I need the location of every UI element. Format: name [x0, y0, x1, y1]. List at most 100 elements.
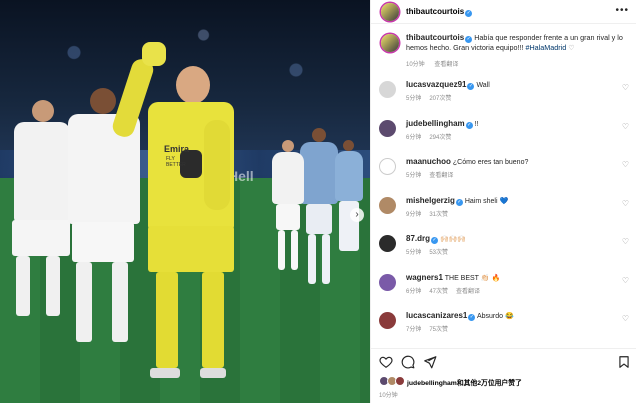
caption-text-block: thibautcourtois ✓ Había que responder fre… [406, 33, 628, 53]
comment-row: 87.drg ✓ 🙌🏻🙌🏻🙌🏻 5分钟 53次赞 ♡ [371, 232, 636, 272]
like-heart-icon[interactable] [379, 355, 393, 369]
comment-icon[interactable] [401, 355, 415, 369]
comment-likes[interactable]: 53次赞 [429, 250, 448, 256]
see-translation-link[interactable]: 查看翻译 [429, 173, 453, 179]
verified-badge-icon: ✓ [467, 83, 475, 90]
sponsor-sub: FLY BETTER [166, 156, 186, 168]
commenter-avatar[interactable] [379, 158, 396, 175]
author-name-wrap: thibautcourtois ✓ [406, 7, 473, 17]
glove [142, 42, 166, 66]
caption-avatar[interactable] [381, 34, 399, 52]
post-header: thibautcourtois ✓ ••• [371, 0, 636, 24]
comment-time: 5分钟 [406, 250, 422, 256]
comment-meta: 7分钟 75次赞 [406, 324, 456, 333]
see-translation-link[interactable]: 查看翻译 [456, 289, 480, 295]
comment-text: Haim sheli 💙 [464, 197, 509, 205]
comment-time: 5分钟 [406, 173, 422, 179]
comment-like-heart-icon[interactable]: ♡ [622, 160, 629, 169]
liker-avatar [395, 376, 405, 386]
next-photo-button[interactable]: › [350, 208, 364, 222]
comment-meta: 6分钟 294次赞 [406, 132, 459, 141]
commenter-username[interactable]: maanuchoo [406, 157, 451, 166]
comment-like-heart-icon[interactable]: ♡ [622, 199, 629, 208]
commenter-username[interactable]: lucascanizares1 [406, 311, 467, 320]
commenter-username[interactable]: 87.drg [406, 234, 430, 243]
comment-time: 7分钟 [406, 327, 422, 333]
author-avatar[interactable] [381, 3, 399, 21]
comment-like-heart-icon[interactable]: ♡ [622, 83, 629, 92]
comment-body: judebellingham ✓ !! [406, 119, 616, 129]
comment-row: lucasvazquez91 ✓ Wall 5分钟 207次赞 ♡ [371, 78, 636, 118]
verified-badge-icon: ✓ [468, 314, 476, 321]
comment-likes[interactable]: 294次赞 [429, 135, 451, 141]
caption-time: 10分钟 [406, 62, 425, 68]
comment-meta: 5分钟 53次赞 [406, 247, 456, 256]
commenter-avatar[interactable] [379, 81, 396, 98]
share-icon[interactable] [423, 355, 437, 369]
liked-by-row: judebellingham和其他2万位用户赞了 [379, 376, 629, 388]
commenter-avatar[interactable] [379, 312, 396, 329]
liked-by-user[interactable]: judebellingham [407, 380, 457, 387]
post-photo[interactable]: Hell Emira FLY BETTER › [0, 0, 370, 403]
comment-text: THE BEST 👏🏻 🔥 [444, 274, 501, 282]
verified-badge-icon: ✓ [465, 10, 473, 17]
verified-badge-icon: ✓ [455, 198, 463, 206]
save-bookmark-icon[interactable] [617, 355, 631, 369]
instagram-post-view: Hell Emira FLY BETTER › thibautcourtois … [0, 0, 636, 403]
comment-like-heart-icon[interactable]: ♡ [622, 237, 629, 246]
commenter-username[interactable]: judebellingham [406, 119, 465, 128]
commenter-username[interactable]: lucasvazquez91 [406, 80, 466, 89]
caption-meta: 10分钟 查看翻译 [406, 59, 466, 68]
comment-time: 5分钟 [406, 96, 422, 102]
commenter-username[interactable]: wagners1 [406, 273, 443, 282]
hashtag-link[interactable]: #HalaMadrid [525, 43, 566, 52]
comment-row: judebellingham ✓ !! 6分钟 294次赞 ♡ [371, 117, 636, 157]
comment-likes[interactable]: 47次赞 [429, 289, 448, 295]
comment-time: 6分钟 [406, 134, 422, 141]
comment-body: 87.drg ✓ 🙌🏻🙌🏻🙌🏻 [406, 234, 616, 244]
see-translation-link[interactable]: 查看翻译 [434, 62, 458, 68]
comment-row: lucascanizares1 ✓ Absurdo 😂 7分钟 75次赞 ♡ [371, 309, 636, 349]
post-side-panel: thibautcourtois ✓ ••• thibautcourtois ✓ Ha… [370, 0, 636, 403]
right-arm [204, 120, 230, 210]
comment-like-heart-icon[interactable]: ♡ [622, 314, 629, 323]
comment-body: lucascanizares1 ✓ Absurdo 😂 [406, 311, 616, 321]
comment-row: mishelgerzig ✓ Haim sheli 💙 9分钟 31次赞 ♡ [371, 194, 636, 234]
comment-text: !! [474, 120, 479, 128]
comment-body: wagners1 THE BEST 👏🏻 🔥 [406, 273, 616, 282]
comment-text: 🙌🏻🙌🏻🙌🏻 [439, 236, 467, 243]
commenter-username[interactable]: mishelgerzig [406, 196, 455, 205]
comment-like-heart-icon[interactable]: ♡ [622, 122, 629, 131]
comment-text: Absurdo 😂 [476, 313, 514, 320]
commenter-avatar[interactable] [379, 196, 396, 214]
comment-text: Wall [476, 82, 490, 89]
comment-likes[interactable]: 31次赞 [429, 212, 448, 218]
verified-badge-icon: ✓ [465, 36, 473, 43]
liked-by-text: judebellingham和其他2万位用户赞了 [407, 377, 522, 387]
comment-likes[interactable]: 75次赞 [429, 327, 448, 333]
comment-likes[interactable]: 207次赞 [429, 96, 451, 102]
comment-body: lucasvazquez91 ✓ Wall [406, 80, 616, 90]
comment-time: 9分钟 [406, 211, 422, 218]
action-bar [371, 348, 636, 374]
comment-like-heart-icon[interactable]: ♡ [622, 276, 629, 285]
comment-time: 6分钟 [406, 288, 422, 295]
comment-meta: 9分钟 31次赞 [406, 209, 456, 218]
comment-text: ¿Cómo eres tan bueno? [452, 159, 529, 166]
author-username[interactable]: thibautcourtois [406, 7, 464, 16]
commenter-avatar[interactable] [379, 119, 396, 137]
verified-badge-icon: ✓ [465, 121, 473, 129]
comment-body: mishelgerzig ✓ Haim sheli 💙 [406, 196, 616, 206]
comment-row: wagners1 THE BEST 👏🏻 🔥 6分钟 47次赞 查看翻译 ♡ [371, 271, 636, 311]
sponsor-text: Emira [164, 144, 190, 154]
comment-meta: 5分钟 207次赞 [406, 93, 459, 102]
caption-username[interactable]: thibautcourtois [406, 33, 464, 42]
commenter-avatar[interactable] [379, 235, 396, 252]
comment-body: maanuchoo ¿Cómo eres tan bueno? [406, 157, 616, 166]
heart-emoji-icon: ♡ [568, 43, 575, 52]
post-timestamp: 10分钟 [379, 393, 398, 399]
liked-by-rest[interactable]: 和其他2万位用户赞了 [457, 380, 522, 387]
more-options-icon[interactable]: ••• [615, 5, 629, 16]
verified-badge-icon: ✓ [431, 237, 439, 244]
commenter-avatar[interactable] [379, 273, 396, 291]
